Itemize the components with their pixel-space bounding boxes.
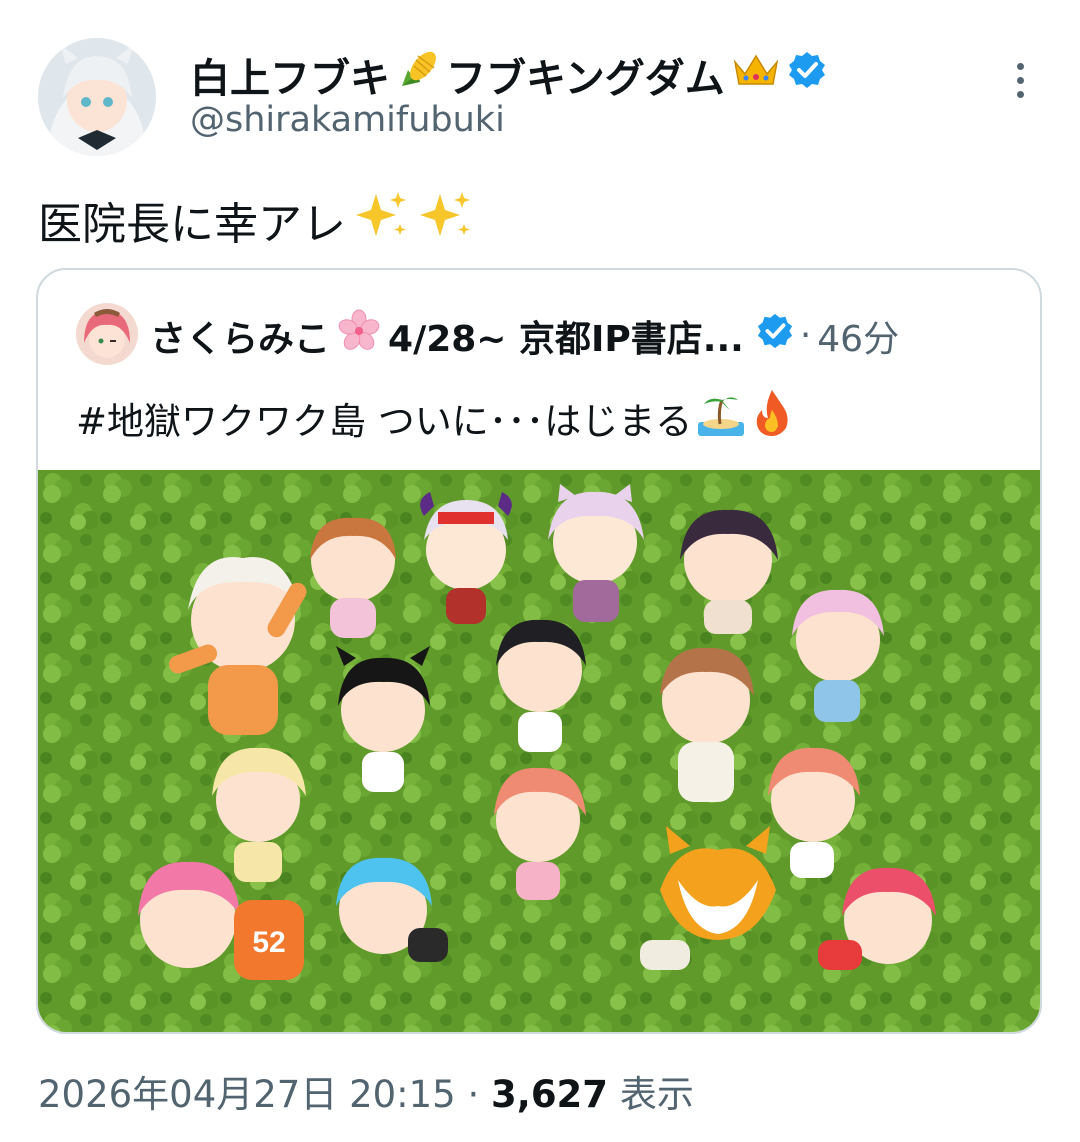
sparkles-icon bbox=[418, 190, 474, 251]
corn-icon bbox=[396, 48, 440, 102]
sparkles-icon bbox=[354, 190, 410, 251]
tweet-datetime[interactable]: 2026年04月27日 20:15 bbox=[38, 1073, 456, 1116]
quoted-author-name-suffix: 4/28~ 京都IP書店... bbox=[388, 318, 744, 360]
more-icon[interactable] bbox=[1000, 60, 1040, 100]
tweet-text: 医院長に幸アレ bbox=[38, 188, 474, 252]
author-name-suffix: フブキングダム bbox=[446, 56, 725, 102]
quoted-tweet[interactable]: さくらみこ 4/28~ 京都IP書店... · 46分 #地獄ワクワク島 ついに… bbox=[36, 268, 1042, 1034]
meta-separator: · bbox=[467, 1073, 480, 1116]
verified-icon bbox=[756, 312, 794, 359]
jersey-number: 52 bbox=[252, 926, 285, 959]
crown-icon bbox=[731, 50, 781, 100]
views-label: 表示 bbox=[619, 1073, 694, 1116]
author-name[interactable]: 白上フブキ フブキングダム bbox=[190, 46, 827, 104]
island-icon bbox=[696, 388, 746, 447]
fire-icon bbox=[750, 388, 794, 447]
views-count[interactable]: 3,627 bbox=[491, 1073, 608, 1116]
author-name-text: 白上フブキ bbox=[190, 56, 390, 102]
quoted-author-avatar[interactable] bbox=[76, 303, 138, 365]
verified-icon bbox=[787, 50, 827, 100]
quoted-separator: · bbox=[799, 315, 812, 356]
tweet-meta: 2026年04月27日 20:15 · 3,627 表示 bbox=[38, 1064, 694, 1118]
quoted-text: #地獄ワクワク島 ついに･･･はじまる bbox=[76, 388, 794, 447]
tweet-text-content: 医院長に幸アレ bbox=[38, 199, 346, 250]
quoted-text-content: #地獄ワクワク島 ついに･･･はじまる bbox=[76, 399, 693, 443]
cherry-blossom-icon bbox=[336, 308, 382, 363]
quoted-header: さくらみこ 4/28~ 京都IP書店... · 46分 bbox=[150, 308, 899, 363]
quoted-author-name[interactable]: さくらみこ bbox=[150, 310, 330, 362]
author-handle[interactable]: @shirakamifubuki bbox=[190, 100, 505, 140]
quoted-time[interactable]: 46分 bbox=[817, 310, 899, 362]
author-avatar[interactable] bbox=[38, 38, 156, 156]
quoted-media-image[interactable]: 52 bbox=[38, 470, 1040, 1032]
